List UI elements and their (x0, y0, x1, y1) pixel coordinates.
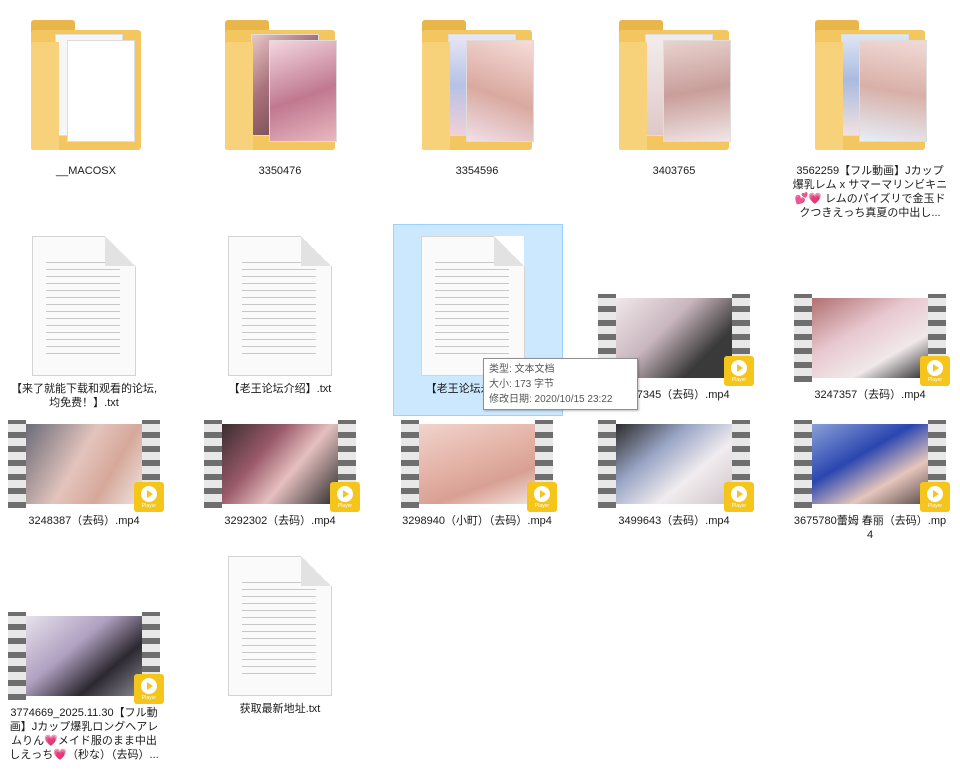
video-3248387[interactable]: Player 3248387（去码）.mp4 (4, 420, 164, 528)
item-label: 获取最新地址.txt (239, 703, 321, 715)
tooltip-modified: 修改日期: 2020/10/15 23:22 (489, 394, 613, 405)
tooltip-type: 类型: 文本文档 (489, 364, 555, 375)
item-label: 3354596 (455, 165, 499, 177)
player-icon: Player (724, 482, 754, 512)
doc-laowang-intro[interactable]: 【老王论坛介绍】.txt (200, 236, 360, 396)
player-icon: Player (330, 482, 360, 512)
player-icon: Player (724, 356, 754, 386)
video-thumbnail: Player (794, 420, 950, 512)
item-label: 3562259【フル動画】Jカップ爆乳レム x サマーマリンビキニ💕💗 レムのパ… (792, 165, 948, 219)
folder-3354596[interactable]: 3354596 (397, 18, 557, 178)
item-label: 3675780蕾姆 春丽（去码）.mp4 (793, 515, 947, 541)
folder-icon (31, 18, 141, 158)
item-label: 3248387（去码）.mp4 (28, 515, 140, 527)
item-label: 【老王论坛介绍】.txt (228, 383, 332, 395)
item-label: 3499643（去码）.mp4 (618, 515, 730, 527)
video-thumbnail: Player (401, 420, 557, 512)
video-3292302[interactable]: Player 3292302（去码）.mp4 (200, 420, 360, 528)
text-document-icon (421, 236, 525, 376)
folder-3350476[interactable]: 3350476 (200, 18, 360, 178)
player-icon: Player (134, 674, 164, 704)
folder-macosx[interactable]: __MACOSX (6, 18, 166, 178)
text-document-icon (228, 556, 332, 696)
video-3774669[interactable]: Player 3774669_2025.11.30【フル動画】Jカップ爆乳ロング… (4, 612, 164, 762)
item-label: __MACOSX (56, 165, 116, 177)
folder-icon (815, 18, 927, 158)
item-label: 3292302（去码）.mp4 (224, 515, 336, 527)
player-icon: Player (920, 482, 950, 512)
item-label: 3247357（去码）.mp4 (814, 389, 926, 401)
player-icon: Player (134, 482, 164, 512)
video-thumbnail: Player (794, 294, 950, 386)
file-info-tooltip: 类型: 文本文档 大小: 173 字节 修改日期: 2020/10/15 23:… (483, 358, 638, 410)
text-document-icon (32, 236, 136, 376)
folder-icon (225, 18, 337, 158)
video-3675780[interactable]: Player 3675780蕾姆 春丽（去码）.mp4 (790, 420, 950, 542)
item-label: 3350476 (258, 165, 302, 177)
player-icon: Player (920, 356, 950, 386)
video-3298940[interactable]: Player 3298940（小町）（去码）.mp4 (397, 420, 557, 528)
video-thumbnail: Player (598, 420, 754, 512)
folder-3562259[interactable]: 3562259【フル動画】Jカップ爆乳レム x サマーマリンビキニ💕💗 レムのパ… (790, 18, 950, 220)
item-label: 【来了就能下载和观看的论坛,均免费！】.txt (10, 383, 158, 409)
doc-latest-address[interactable]: 获取最新地址.txt (200, 556, 360, 716)
video-thumbnail: Player (8, 420, 164, 512)
folder-3403765[interactable]: 3403765 (594, 18, 754, 178)
video-thumbnail: Player (204, 420, 360, 512)
folder-icon (422, 18, 534, 158)
folder-icon (619, 18, 731, 158)
item-label: 3403765 (652, 165, 696, 177)
text-document-icon (228, 236, 332, 376)
video-3499643[interactable]: Player 3499643（去码）.mp4 (594, 420, 754, 528)
video-3247357[interactable]: Player 3247357（去码）.mp4 (790, 294, 950, 402)
tooltip-size: 大小: 173 字节 (489, 379, 555, 390)
item-label: 3298940（小町）（去码）.mp4 (402, 515, 552, 527)
video-thumbnail: Player (8, 612, 164, 704)
item-label: 3774669_2025.11.30【フル動画】Jカップ爆乳ロングヘアレムりん💗… (9, 707, 159, 761)
doc-forum-free[interactable]: 【来了就能下载和观看的论坛,均免费！】.txt (4, 236, 164, 410)
player-icon: Player (527, 482, 557, 512)
